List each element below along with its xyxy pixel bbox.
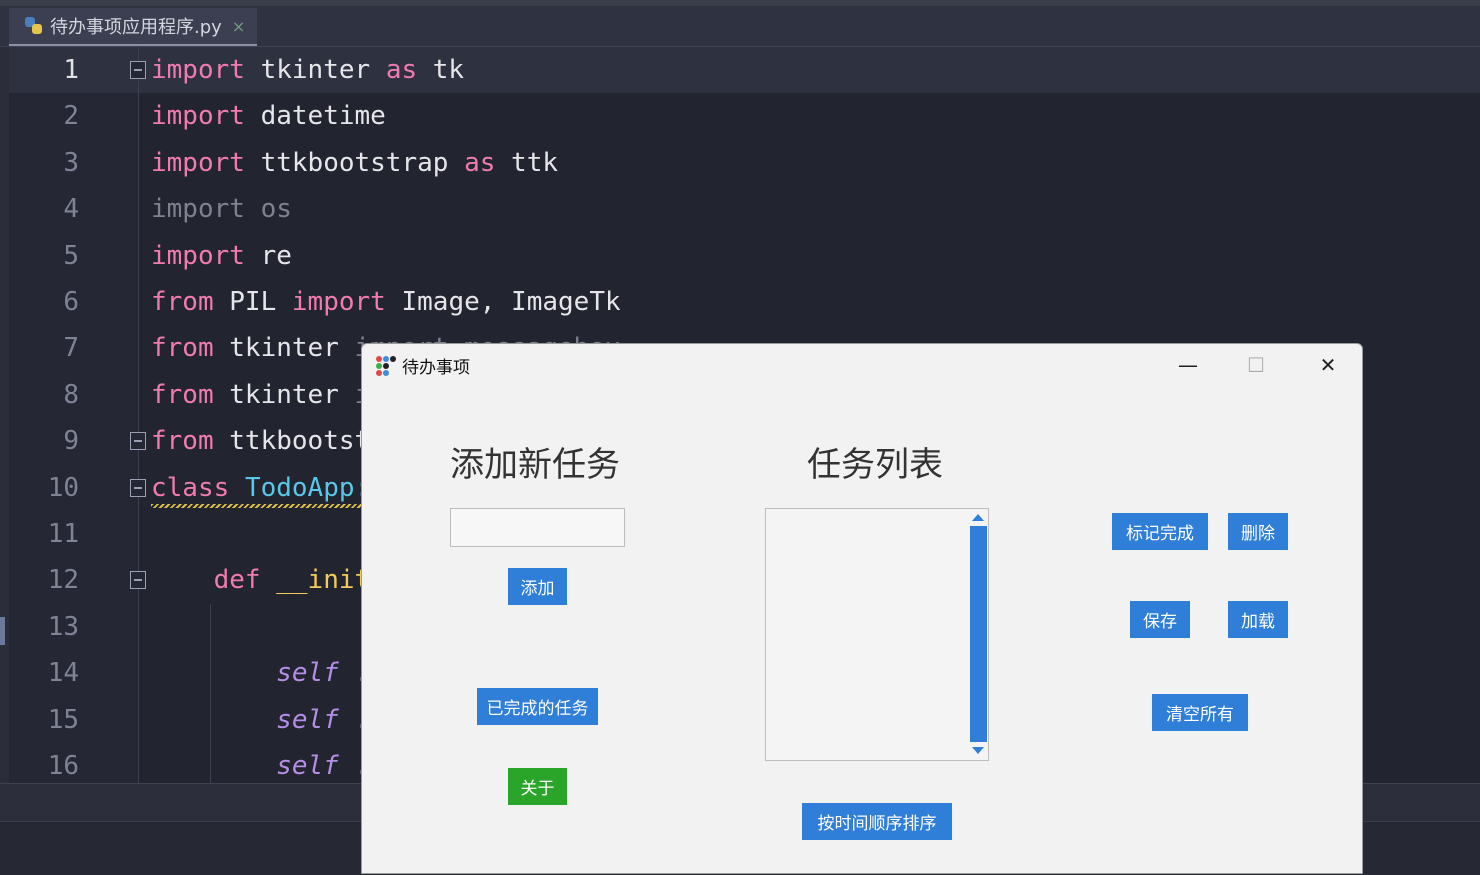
code-line[interactable]: 2 import datetime bbox=[9, 93, 1480, 139]
new-task-input[interactable] bbox=[450, 508, 625, 547]
code-token: as bbox=[385, 55, 418, 85]
line-number: 13 bbox=[47, 611, 79, 642]
code-token: import bbox=[151, 147, 245, 178]
window-title-bar[interactable]: 待办事项 — ☐ ✕ bbox=[362, 344, 1362, 386]
line-number: 7 bbox=[63, 333, 79, 364]
mark-done-button[interactable]: 标记完成 bbox=[1112, 513, 1208, 550]
code-text: import os bbox=[151, 186, 292, 232]
code-token: import bbox=[151, 240, 245, 271]
line-number: 14 bbox=[47, 658, 79, 689]
code-text: import ttkbootstrap as ttk bbox=[151, 140, 558, 186]
line-number: 9 bbox=[63, 426, 79, 457]
line-number: 2 bbox=[63, 101, 79, 132]
code-token: as bbox=[464, 147, 496, 178]
code-line[interactable]: 6 from PIL import Image, ImageTk bbox=[9, 279, 1480, 325]
fold-toggle-icon[interactable] bbox=[130, 432, 146, 451]
line-number: 15 bbox=[47, 704, 79, 735]
left-tool-strip bbox=[0, 47, 9, 783]
maximize-button[interactable]: ☐ bbox=[1226, 344, 1286, 386]
line-number: 1 bbox=[63, 55, 79, 85]
code-token: tkinter bbox=[260, 55, 371, 85]
code-token: from bbox=[151, 333, 214, 364]
code-text: import re bbox=[151, 233, 292, 279]
line-number: 5 bbox=[63, 240, 79, 271]
load-button[interactable]: 加载 bbox=[1228, 601, 1288, 638]
line-number: 8 bbox=[63, 379, 79, 410]
code-text: import datetime bbox=[151, 93, 386, 139]
code-line[interactable]: 1 import tkinter as tk bbox=[9, 47, 1480, 93]
editor-tab-bar: 待办事项应用程序.py × bbox=[0, 6, 1480, 47]
code-token: self bbox=[151, 751, 339, 781]
minimize-button[interactable]: — bbox=[1158, 344, 1218, 386]
code-token: self bbox=[151, 704, 339, 735]
save-button[interactable]: 保存 bbox=[1130, 601, 1190, 638]
window-title: 待办事项 bbox=[402, 358, 470, 378]
code-token: import os bbox=[151, 194, 292, 225]
code-token: tk bbox=[432, 55, 465, 85]
editor-tab[interactable]: 待办事项应用程序.py × bbox=[9, 8, 257, 46]
line-number: 6 bbox=[63, 287, 79, 317]
line-number: 10 bbox=[47, 472, 79, 503]
listbox-scrollbar[interactable] bbox=[970, 526, 987, 742]
tab-title: 待办事项应用程序.py bbox=[50, 17, 222, 38]
warning-squiggle bbox=[151, 503, 373, 508]
fold-toggle-icon[interactable] bbox=[130, 571, 146, 590]
task-listbox[interactable] bbox=[765, 508, 989, 761]
code-token: def bbox=[151, 565, 261, 596]
completed-tasks-button[interactable]: 已完成的任务 bbox=[477, 688, 598, 725]
code-token: datetime bbox=[260, 101, 386, 132]
code-text: from PIL import Image, ImageTk bbox=[151, 279, 621, 325]
close-button[interactable]: ✕ bbox=[1298, 344, 1358, 386]
line-number: 3 bbox=[63, 147, 79, 178]
line-number: 11 bbox=[47, 519, 79, 549]
add-task-heading: 添加新任务 bbox=[450, 445, 620, 485]
code-token: import bbox=[151, 55, 245, 85]
code-token: import bbox=[291, 287, 386, 317]
code-token: ttk bbox=[511, 147, 559, 178]
left-marker bbox=[0, 617, 5, 645]
delete-button[interactable]: 删除 bbox=[1228, 513, 1288, 550]
code-token: TodoApp: bbox=[244, 472, 371, 503]
code-token: self bbox=[151, 658, 339, 689]
line-number: 4 bbox=[63, 194, 79, 225]
sort-by-time-button[interactable]: 按时间顺序排序 bbox=[802, 803, 952, 840]
code-line[interactable]: 5 import re bbox=[9, 233, 1480, 279]
fold-toggle-icon[interactable] bbox=[130, 61, 146, 79]
clear-all-button[interactable]: 清空所有 bbox=[1152, 694, 1248, 731]
code-token: ttkbootstrap bbox=[260, 147, 449, 178]
app-icon bbox=[374, 354, 396, 376]
task-list-heading: 任务列表 bbox=[807, 445, 943, 485]
code-token: re bbox=[260, 240, 292, 271]
tab-close-icon[interactable]: × bbox=[232, 17, 245, 36]
scroll-down-arrow-icon[interactable] bbox=[972, 747, 984, 754]
python-file-icon bbox=[25, 17, 43, 35]
code-text: import tkinter as tk bbox=[151, 47, 464, 93]
code-line[interactable]: 3 import ttkbootstrap as ttk bbox=[9, 140, 1480, 186]
todo-app-window: 待办事项 — ☐ ✕ 添加新任务 任务列表 添加 已完成的任务 关于 标记完成 … bbox=[361, 343, 1363, 874]
code-token: tkinter bbox=[229, 333, 339, 364]
code-token: from bbox=[151, 287, 214, 317]
code-token: import bbox=[151, 101, 245, 132]
scroll-up-arrow-icon[interactable] bbox=[972, 514, 984, 521]
code-token: PIL bbox=[229, 287, 277, 317]
code-line[interactable]: 4 import os bbox=[9, 186, 1480, 232]
code-token: from bbox=[151, 426, 214, 457]
add-button[interactable]: 添加 bbox=[508, 568, 567, 605]
code-token: from bbox=[151, 379, 214, 410]
code-token: tkinter bbox=[229, 379, 339, 410]
fold-toggle-icon[interactable] bbox=[130, 478, 146, 497]
code-token: Image, ImageTk bbox=[401, 287, 621, 317]
code-token: class bbox=[151, 472, 230, 503]
line-number: 12 bbox=[47, 565, 79, 596]
about-button[interactable]: 关于 bbox=[508, 768, 567, 805]
